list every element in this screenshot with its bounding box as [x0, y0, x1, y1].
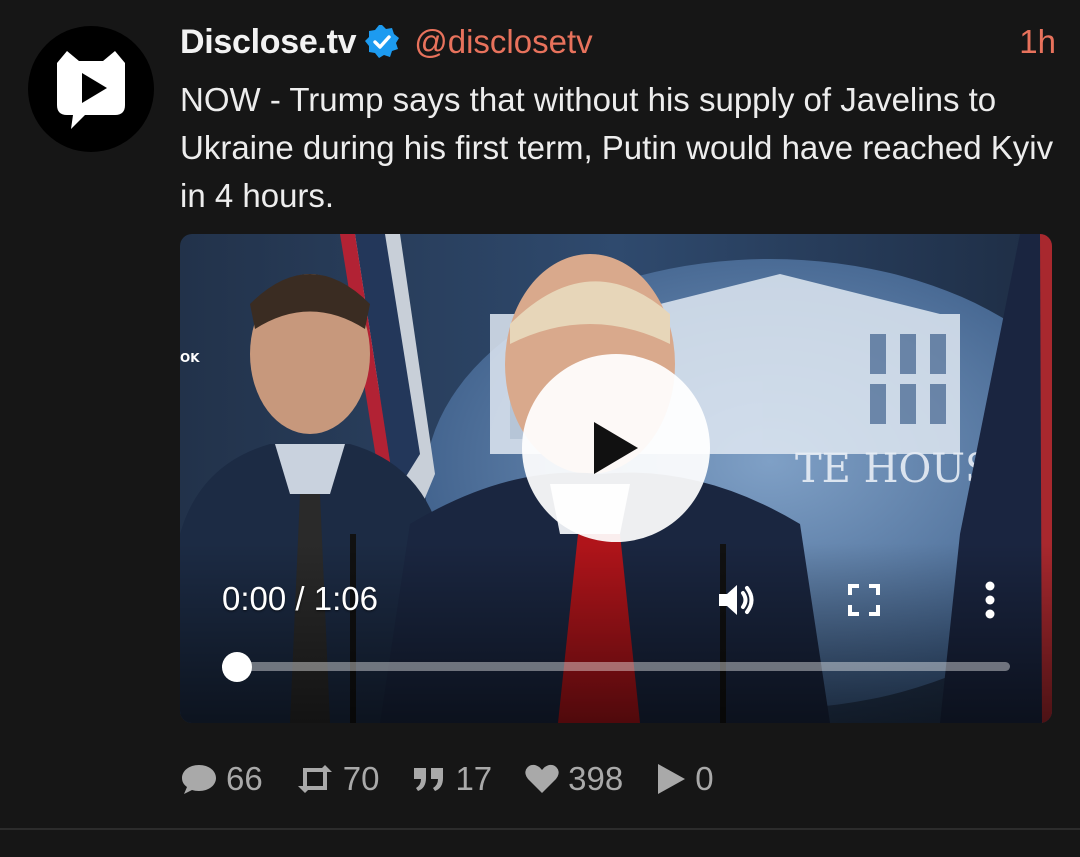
plays-button[interactable]: 0 — [655, 760, 714, 798]
like-button[interactable]: 398 — [524, 760, 623, 798]
quote-button[interactable]: 17 — [411, 760, 492, 798]
repost-button[interactable]: 70 — [295, 760, 380, 798]
replies-button[interactable]: 66 — [180, 760, 263, 798]
more-options-button[interactable] — [972, 578, 1008, 622]
disclose-tv-logo-icon — [57, 51, 125, 129]
verified-badge-icon — [364, 24, 400, 60]
post-time[interactable]: 1h — [1019, 23, 1056, 61]
reposts-count: 70 — [342, 760, 380, 797]
play-icon — [594, 422, 638, 474]
quotes-count: 17 — [455, 760, 493, 797]
display-name[interactable]: Disclose.tv — [180, 23, 357, 62]
play-count-icon — [658, 764, 686, 794]
post-header: Disclose.tv @disclosetv 1h — [180, 20, 1056, 64]
fullscreen-button[interactable] — [844, 580, 884, 620]
replies-count: 66 — [226, 760, 263, 797]
avatar[interactable] — [28, 26, 154, 152]
handle[interactable]: @disclosetv — [414, 23, 592, 61]
quote-icon — [414, 768, 444, 791]
divider — [0, 828, 1080, 830]
play-button[interactable] — [522, 354, 710, 542]
video-player[interactable]: TE HOUSE OK 0:00 / 1:06 — [180, 234, 1052, 723]
volume-button[interactable] — [712, 578, 762, 622]
video-time: 0:00 / 1:06 — [222, 580, 378, 617]
post: Disclose.tv @disclosetv 1h NOW - Trump s… — [0, 0, 1080, 830]
controls-shade — [180, 543, 1052, 723]
volume-icon — [719, 585, 754, 615]
heart-icon — [525, 764, 559, 793]
post-stats: 66 70 17 398 0 — [180, 756, 746, 802]
fullscreen-icon — [848, 584, 880, 616]
plays-count: 0 — [695, 760, 714, 797]
likes-count: 398 — [568, 760, 624, 797]
more-options-icon — [985, 581, 995, 619]
svg-text:OK: OK — [180, 351, 200, 365]
progress-bar[interactable] — [222, 652, 1010, 682]
post-text: NOW - Trump says that without his supply… — [180, 81, 1054, 214]
repost-icon — [297, 765, 332, 793]
reply-icon — [182, 765, 216, 794]
progress-thumb[interactable] — [222, 652, 252, 682]
